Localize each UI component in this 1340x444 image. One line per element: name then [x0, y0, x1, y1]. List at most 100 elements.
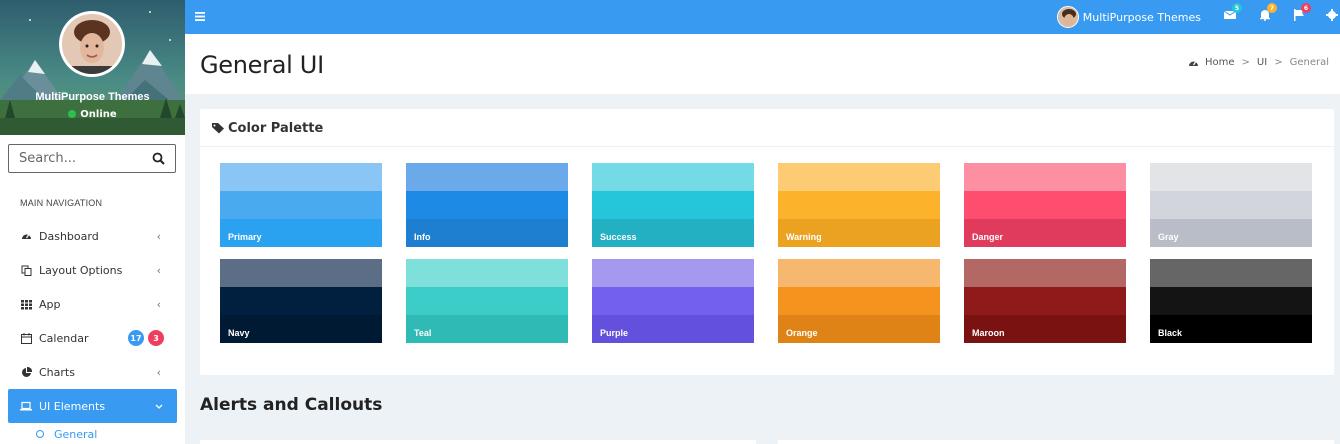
- sidebar-subitem-label: General: [54, 427, 98, 441]
- swatch-shade: [778, 259, 940, 287]
- swatch-shade: [592, 163, 754, 191]
- swatch-shade: [964, 287, 1126, 315]
- page-title: General UI: [200, 51, 324, 79]
- top-navbar: MultiPurpose Themes 5 7 6: [185, 0, 1340, 34]
- notifications-badge: 7: [1267, 3, 1277, 13]
- breadcrumb-home[interactable]: Home: [1205, 57, 1235, 68]
- dashboard-icon: [20, 230, 32, 242]
- grid-icon: [20, 298, 32, 310]
- swatch-shade: [406, 259, 568, 287]
- sidebar-item-app[interactable]: App ‹: [0, 287, 185, 321]
- callout-box-stub: [778, 440, 1334, 444]
- sidebar-item-ui-elements[interactable]: UI Elements: [8, 389, 177, 423]
- gear-icon[interactable]: [1326, 9, 1340, 23]
- color-swatch-black: Black: [1150, 259, 1312, 343]
- swatch-shade: [1150, 287, 1312, 315]
- swatch-shade: [220, 287, 382, 315]
- swatch-shade: [964, 259, 1126, 287]
- color-swatch-maroon: Maroon: [964, 259, 1126, 343]
- swatch-label: Info: [414, 232, 431, 242]
- laptop-icon: [20, 400, 32, 412]
- messages-badge: 5: [1232, 3, 1242, 13]
- breadcrumb-current: General: [1289, 57, 1329, 68]
- swatch-label: Success: [600, 232, 637, 242]
- chevron-left-icon: ‹: [156, 264, 161, 277]
- color-swatch-orange: Orange: [778, 259, 940, 343]
- color-swatch-teal: Teal: [406, 259, 568, 343]
- sidebar-subitem-general[interactable]: General: [0, 423, 185, 444]
- swatch-label: Black: [1158, 328, 1183, 338]
- box-title: Color Palette: [228, 121, 324, 136]
- swatch-shade: [778, 287, 940, 315]
- nav-header: MAIN NAVIGATION: [20, 198, 103, 208]
- swatch-shade: [1150, 191, 1312, 219]
- sidebar-item-label: Dashboard: [39, 229, 99, 243]
- user-photo: [62, 14, 122, 74]
- sidebar-item-label: Layout Options: [39, 263, 123, 277]
- swatch-shade: [964, 191, 1126, 219]
- color-swatch-navy: Navy: [220, 259, 382, 343]
- chevron-left-icon: ‹: [156, 366, 161, 379]
- user-name: MultiPurpose Themes: [35, 91, 150, 103]
- calendar-count-badge: 17: [128, 330, 144, 346]
- topbar-avatar: [1056, 6, 1079, 28]
- breadcrumb: Home > UI > General: [1188, 57, 1329, 68]
- sidebar-item-calendar[interactable]: Calendar 17 3: [0, 321, 185, 355]
- topbar-user-menu[interactable]: MultiPurpose Themes: [1056, 5, 1201, 29]
- pie-chart-icon: [20, 366, 32, 378]
- flags-badge: 6: [1301, 3, 1311, 13]
- user-panel: MultiPurpose Themes Online: [0, 0, 185, 135]
- online-status-dot: [68, 110, 77, 118]
- alert-box-stub: [200, 440, 756, 444]
- flag-icon[interactable]: 6: [1293, 3, 1311, 23]
- swatch-shade: [592, 259, 754, 287]
- calendar-icon: [20, 332, 32, 344]
- swatch-label: Danger: [972, 232, 1004, 242]
- swatch-label: Maroon: [972, 328, 1005, 338]
- chevron-left-icon: ‹: [156, 230, 161, 243]
- color-swatch-primary: Primary: [220, 163, 382, 247]
- swatch-shade: [220, 163, 382, 191]
- search-icon[interactable]: [152, 152, 165, 168]
- swatch-shade: [1150, 259, 1312, 287]
- user-status: Online: [0, 109, 185, 120]
- swatch-shade: [592, 191, 754, 219]
- dashboard-icon: [1188, 58, 1199, 68]
- hamburger-menu-icon[interactable]: [195, 10, 205, 24]
- sidebar-item-label: App: [39, 297, 61, 311]
- sidebar-search: [8, 144, 176, 173]
- sidebar-item-label: Calendar: [39, 331, 89, 345]
- box-header: Color Palette: [200, 109, 1334, 147]
- breadcrumb-separator: >: [1274, 57, 1283, 68]
- swatch-label: Navy: [228, 328, 250, 338]
- color-swatch-info: Info: [406, 163, 568, 247]
- sidebar-item-label: UI Elements: [39, 399, 106, 413]
- sidebar-item-layout-options[interactable]: Layout Options ‹: [0, 253, 185, 287]
- swatch-shade: [406, 191, 568, 219]
- avatar[interactable]: [59, 11, 125, 77]
- swatch-shade: [406, 163, 568, 191]
- sidebar-item-charts[interactable]: Charts ‹: [0, 355, 185, 389]
- tag-icon: [212, 123, 224, 137]
- envelope-icon[interactable]: 5: [1223, 3, 1242, 23]
- swatch-shade: [406, 287, 568, 315]
- swatch-label: Teal: [414, 328, 432, 338]
- swatch-shade: [220, 259, 382, 287]
- copy-icon: [20, 264, 32, 276]
- breadcrumb-separator: >: [1241, 57, 1250, 68]
- color-palette-box: Color Palette Primary Info Success Warning D…: [200, 109, 1334, 375]
- circle-icon: [36, 430, 44, 438]
- color-swatch-success: Success: [592, 163, 754, 247]
- swatch-shade: [1150, 163, 1312, 191]
- sidebar: MultiPurpose Themes Online MAIN NAVIGATI…: [0, 0, 185, 444]
- search-input[interactable]: [9, 145, 139, 172]
- bell-icon[interactable]: 7: [1259, 3, 1277, 23]
- sidebar-item-dashboard[interactable]: Dashboard ‹: [0, 219, 185, 253]
- calendar-alert-badge: 3: [148, 330, 164, 346]
- breadcrumb-ui[interactable]: UI: [1257, 57, 1267, 68]
- sidebar-item-label: Charts: [39, 365, 75, 379]
- content-header: General UI Home > UI > General: [185, 34, 1340, 94]
- swatch-label: Gray: [1158, 232, 1179, 242]
- color-swatch-warning: Warning: [778, 163, 940, 247]
- chevron-left-icon: ‹: [156, 298, 161, 311]
